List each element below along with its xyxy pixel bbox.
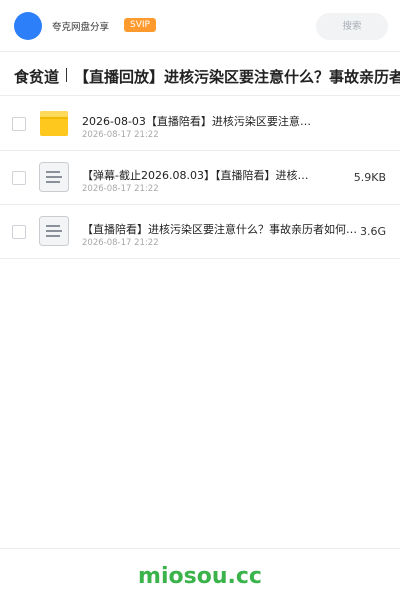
file-name: 2026-08-03【直播陪看】进核污染区要注意什… [82,115,318,128]
app-name: 夸克网盘分享 [52,22,110,33]
file-size: 5.9KB [353,171,386,184]
folder-icon [40,111,68,136]
file-date: 2026-08-17 21:22 [82,238,159,248]
watermark: miosou.cc [138,564,262,589]
file-row[interactable]: 2026-08-03【直播陪看】进核污染区要注意什… 2026-08-17 21… [0,97,400,151]
file-row[interactable]: 【弹幕-截止2026.08.03】【直播陪看】进核… 2026-08-17 21… [0,151,400,205]
file-name: 【直播陪看】进核污染区要注意什么？事故亲历者如何看… [82,223,360,236]
document-icon [39,162,69,192]
file-size: 3.6G [359,225,386,238]
file-name: 【弹幕-截止2026.08.03】【直播陪看】进核… [82,169,309,182]
breadcrumb-root[interactable]: 食贫道 [14,66,59,87]
svip-badge: SVIP [124,18,156,32]
breadcrumb: 食贫道 【直播回放】进核污染区要注意什么？事故亲历者 [0,52,400,96]
avatar[interactable] [14,12,42,40]
file-date: 2026-08-17 21:22 [82,184,159,194]
row-checkbox[interactable] [12,225,26,239]
top-bar: 夸克网盘分享 SVIP 搜索 [0,0,400,52]
file-date: 2026-08-17 21:22 [82,130,159,140]
search-button[interactable]: 搜索 [316,13,388,40]
file-row[interactable]: 【直播陪看】进核污染区要注意什么？事故亲历者如何看… 2026-08-17 21… [0,205,400,259]
page-title: 【直播回放】进核污染区要注意什么？事故亲历者 [74,68,400,86]
breadcrumb-separator [66,68,67,82]
row-checkbox[interactable] [12,171,26,185]
footer-divider [0,548,400,549]
row-checkbox[interactable] [12,117,26,131]
document-icon [39,216,69,246]
